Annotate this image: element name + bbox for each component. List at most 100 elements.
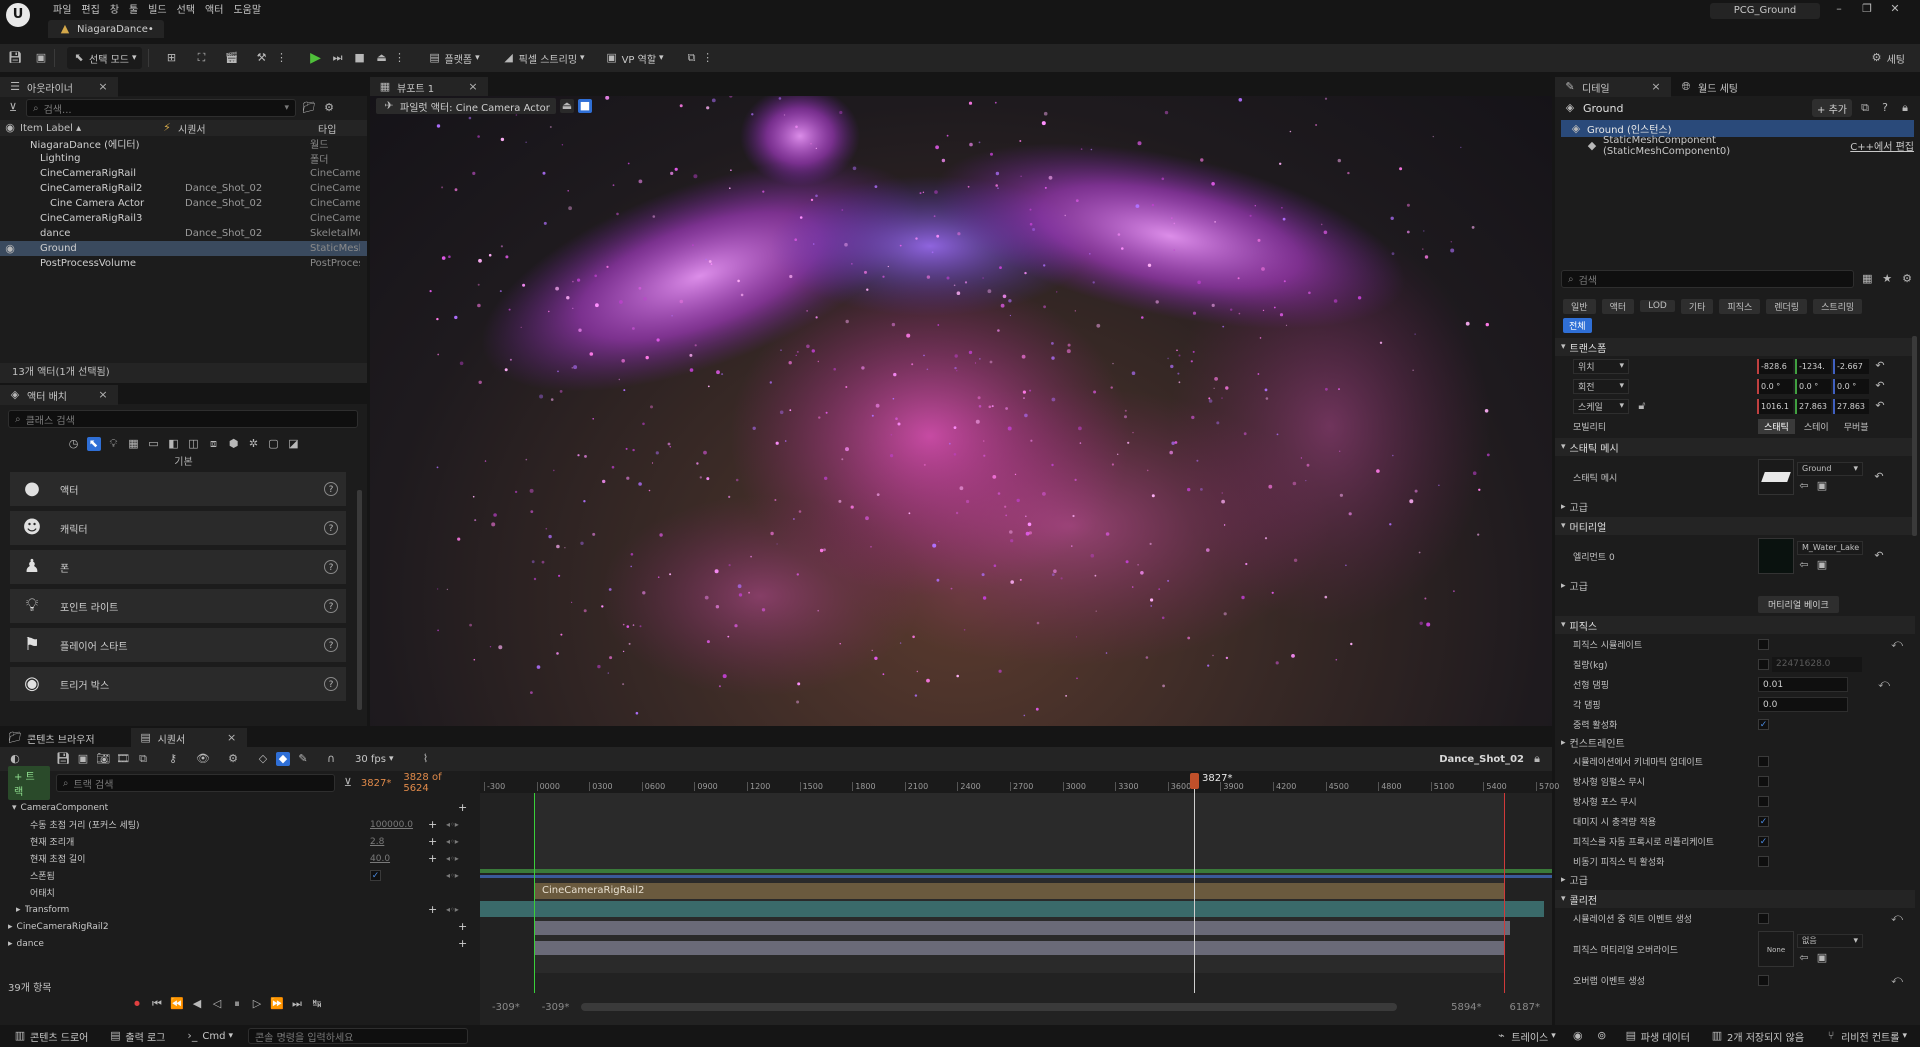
filter-all[interactable]: 전체 [1563,317,1592,333]
track-row[interactable]: ▸ dance + [0,935,478,952]
outliner-search-input[interactable]: ⌕ 검색... ▾ [26,99,296,117]
tab-outliner[interactable]: ☰ 아웃라이너 × [0,77,118,97]
outliner-row[interactable]: NiagaraDance (에디터) 월드 [0,136,367,151]
cinematic-icon[interactable]: ▦ [127,437,141,451]
section-advanced[interactable]: ▸ 고급 [1555,498,1915,515]
visibility-icon[interactable] [0,152,20,166]
range-start-marker[interactable] [534,793,535,993]
content-drawer-button[interactable]: ▥ 콘텐츠 드로어 [8,1025,93,1047]
key-nav-icon[interactable]: ◂◦▸ [446,871,459,880]
loop-icon[interactable]: ↹ [310,997,324,1011]
scale-dropdown[interactable]: 스케일 ▾ [1573,398,1629,414]
trace-button[interactable]: ⌁ 트레이스 ▾ [1489,1025,1560,1047]
add-key-icon[interactable]: + [428,852,437,865]
key-nav-icon[interactable]: ◂◦▸ [446,837,459,846]
mobility-movable[interactable]: 무버블 [1838,419,1875,434]
menu-help[interactable]: 도움말 [228,0,266,16]
pause-icon[interactable]: ⏸ [230,997,244,1011]
prev-frame-icon[interactable]: ◀ [190,997,204,1011]
add-key-icon[interactable]: + [458,920,467,933]
section-constraints[interactable]: ▸ 컨스트레인트 [1555,734,1915,751]
gear-icon[interactable]: ⚙ [1900,272,1914,286]
gravity-checkbox[interactable]: ✓ [1758,718,1769,730]
angular-damping-field[interactable]: 0.0 [1758,696,1848,712]
reset-icon[interactable]: ↶ [1873,399,1887,413]
close-icon[interactable]: × [96,80,110,94]
chevron-down-icon[interactable]: ▾ [12,803,17,813]
unsaved-button[interactable]: ▥ 2개 저장되지 않음 [1705,1025,1809,1047]
help-icon[interactable]: ? [324,560,338,574]
visibility-icon[interactable] [0,257,20,271]
lock-icon[interactable]: 🔒︎ [1530,752,1544,766]
add-key-icon[interactable]: + [428,903,437,916]
timeline[interactable]: -300 0000 0300 0600 0900 1200 1500 1800 2100 2400… [480,771,1559,1025]
key-nav-icon[interactable]: ◂◦▸ [446,820,459,829]
revision-control-button[interactable]: ⑂ 리비전 컨트롤 ▾ [1819,1025,1912,1047]
details-filter[interactable]: 스트리밍 [1813,298,1863,314]
keyframe-icon[interactable]: ◇ [256,752,270,766]
playhead[interactable] [1190,773,1199,789]
next-key-icon[interactable]: ⏩ [270,997,284,1011]
more-icon[interactable]: ⋮ [275,51,289,65]
place-actors-scrollbar[interactable] [357,490,362,710]
track-row[interactable]: 스폰됨 ✓ ◂◦▸ [0,867,478,884]
volumes-icon[interactable]: ◫ [187,437,201,451]
menu-window[interactable]: 창 [105,0,124,16]
chevron-right-icon[interactable]: ▸ [16,905,21,915]
map-tab[interactable]: ▲ NiagaraDance• [48,20,164,38]
add-content-icon[interactable]: ⊞ [165,51,179,65]
cinematics-icon[interactable]: 🎬︎ [225,51,239,65]
current-frame[interactable]: 3827* [361,778,391,789]
close-icon[interactable]: × [225,731,239,745]
snap-icon[interactable]: ⧉ [136,752,150,766]
vp-role-button[interactable]: ▣ VP 역할 ▾ [600,47,669,69]
section-transform[interactable]: ▾ 트랜스폼 [1555,338,1915,356]
rotation-dropdown[interactable]: 회전 ▾ [1573,378,1629,394]
section-static-mesh[interactable]: ▾ 스태틱 메시 [1555,438,1915,456]
simulate-checkbox[interactable] [1758,638,1769,650]
details-search-input[interactable]: ⌕ 검색 [1561,270,1855,288]
help-icon[interactable]: ? [324,482,338,496]
basic-icon[interactable]: ⬉ [86,437,101,451]
range-start-1[interactable]: -309* [492,1002,520,1013]
add-key-icon[interactable]: + [458,937,467,950]
filter-icon[interactable]: ⊻ [6,101,20,115]
track-value[interactable]: 100000.0 [370,820,413,830]
visibility-icon[interactable]: ◉ [0,242,20,256]
spawned-checkbox[interactable]: ✓ [370,870,381,881]
outliner-row[interactable]: ◉ Ground StaticMesh [0,241,367,256]
key-nav-icon[interactable]: ◂◦▸ [446,905,459,914]
other-icon[interactable]: ◪ [287,437,301,451]
star-icon[interactable]: ★ [1880,272,1894,286]
media-icon[interactable]: ▢ [267,437,281,451]
location-dropdown[interactable]: 위치 ▾ [1573,358,1629,374]
new-folder-icon[interactable]: 📁︎ [302,101,316,115]
output-log-button[interactable]: ▤ 출력 로그 [103,1025,170,1047]
add-key-icon[interactable]: + [428,835,437,848]
light-icon[interactable]: 💡︎ [107,437,121,451]
render-icon[interactable]: 🎞︎ [116,752,130,766]
rigrail-section[interactable] [480,901,1544,917]
close-icon[interactable]: × [466,80,480,94]
save-icon[interactable]: 💾︎ [8,51,22,65]
menu-actor[interactable]: 액터 [200,0,228,16]
details-filter[interactable]: 액터 [1601,298,1635,314]
use-selected-icon[interactable]: ⇦ [1797,558,1811,572]
add-track-button[interactable]: + 트랙 [8,766,50,800]
lock-icon[interactable]: 🔒︎ [1898,101,1912,115]
filter-icon[interactable]: ⊻ [341,776,355,790]
section-collision[interactable]: ▾ 콜리전 [1555,890,1915,908]
broadcast-icon[interactable]: ⊚ [1595,1029,1609,1043]
section-materials[interactable]: ▾ 머티리얼 [1555,517,1915,535]
key-icon[interactable]: ⚷ [166,752,180,766]
section-advanced-physics[interactable]: ▸ 고급 [1555,871,1915,888]
reset-icon[interactable]: ↶ [1872,470,1886,484]
range-end-1[interactable]: 5894* [1451,1002,1481,1013]
cmd-dropdown[interactable]: ›_ Cmd ▾ [180,1025,238,1047]
phys-mat-dropdown[interactable]: 없음 ▾ [1797,933,1863,948]
track-value[interactable]: 40.0 [370,854,390,864]
reset-arrow-icon[interactable]: ⤺ [1890,637,1904,651]
browse-icon[interactable]: ▣ [1815,951,1829,965]
derived-data-button[interactable]: ▤ 파생 데이터 [1619,1025,1695,1047]
blueprint-icon[interactable]: ⧉ [1858,101,1872,115]
